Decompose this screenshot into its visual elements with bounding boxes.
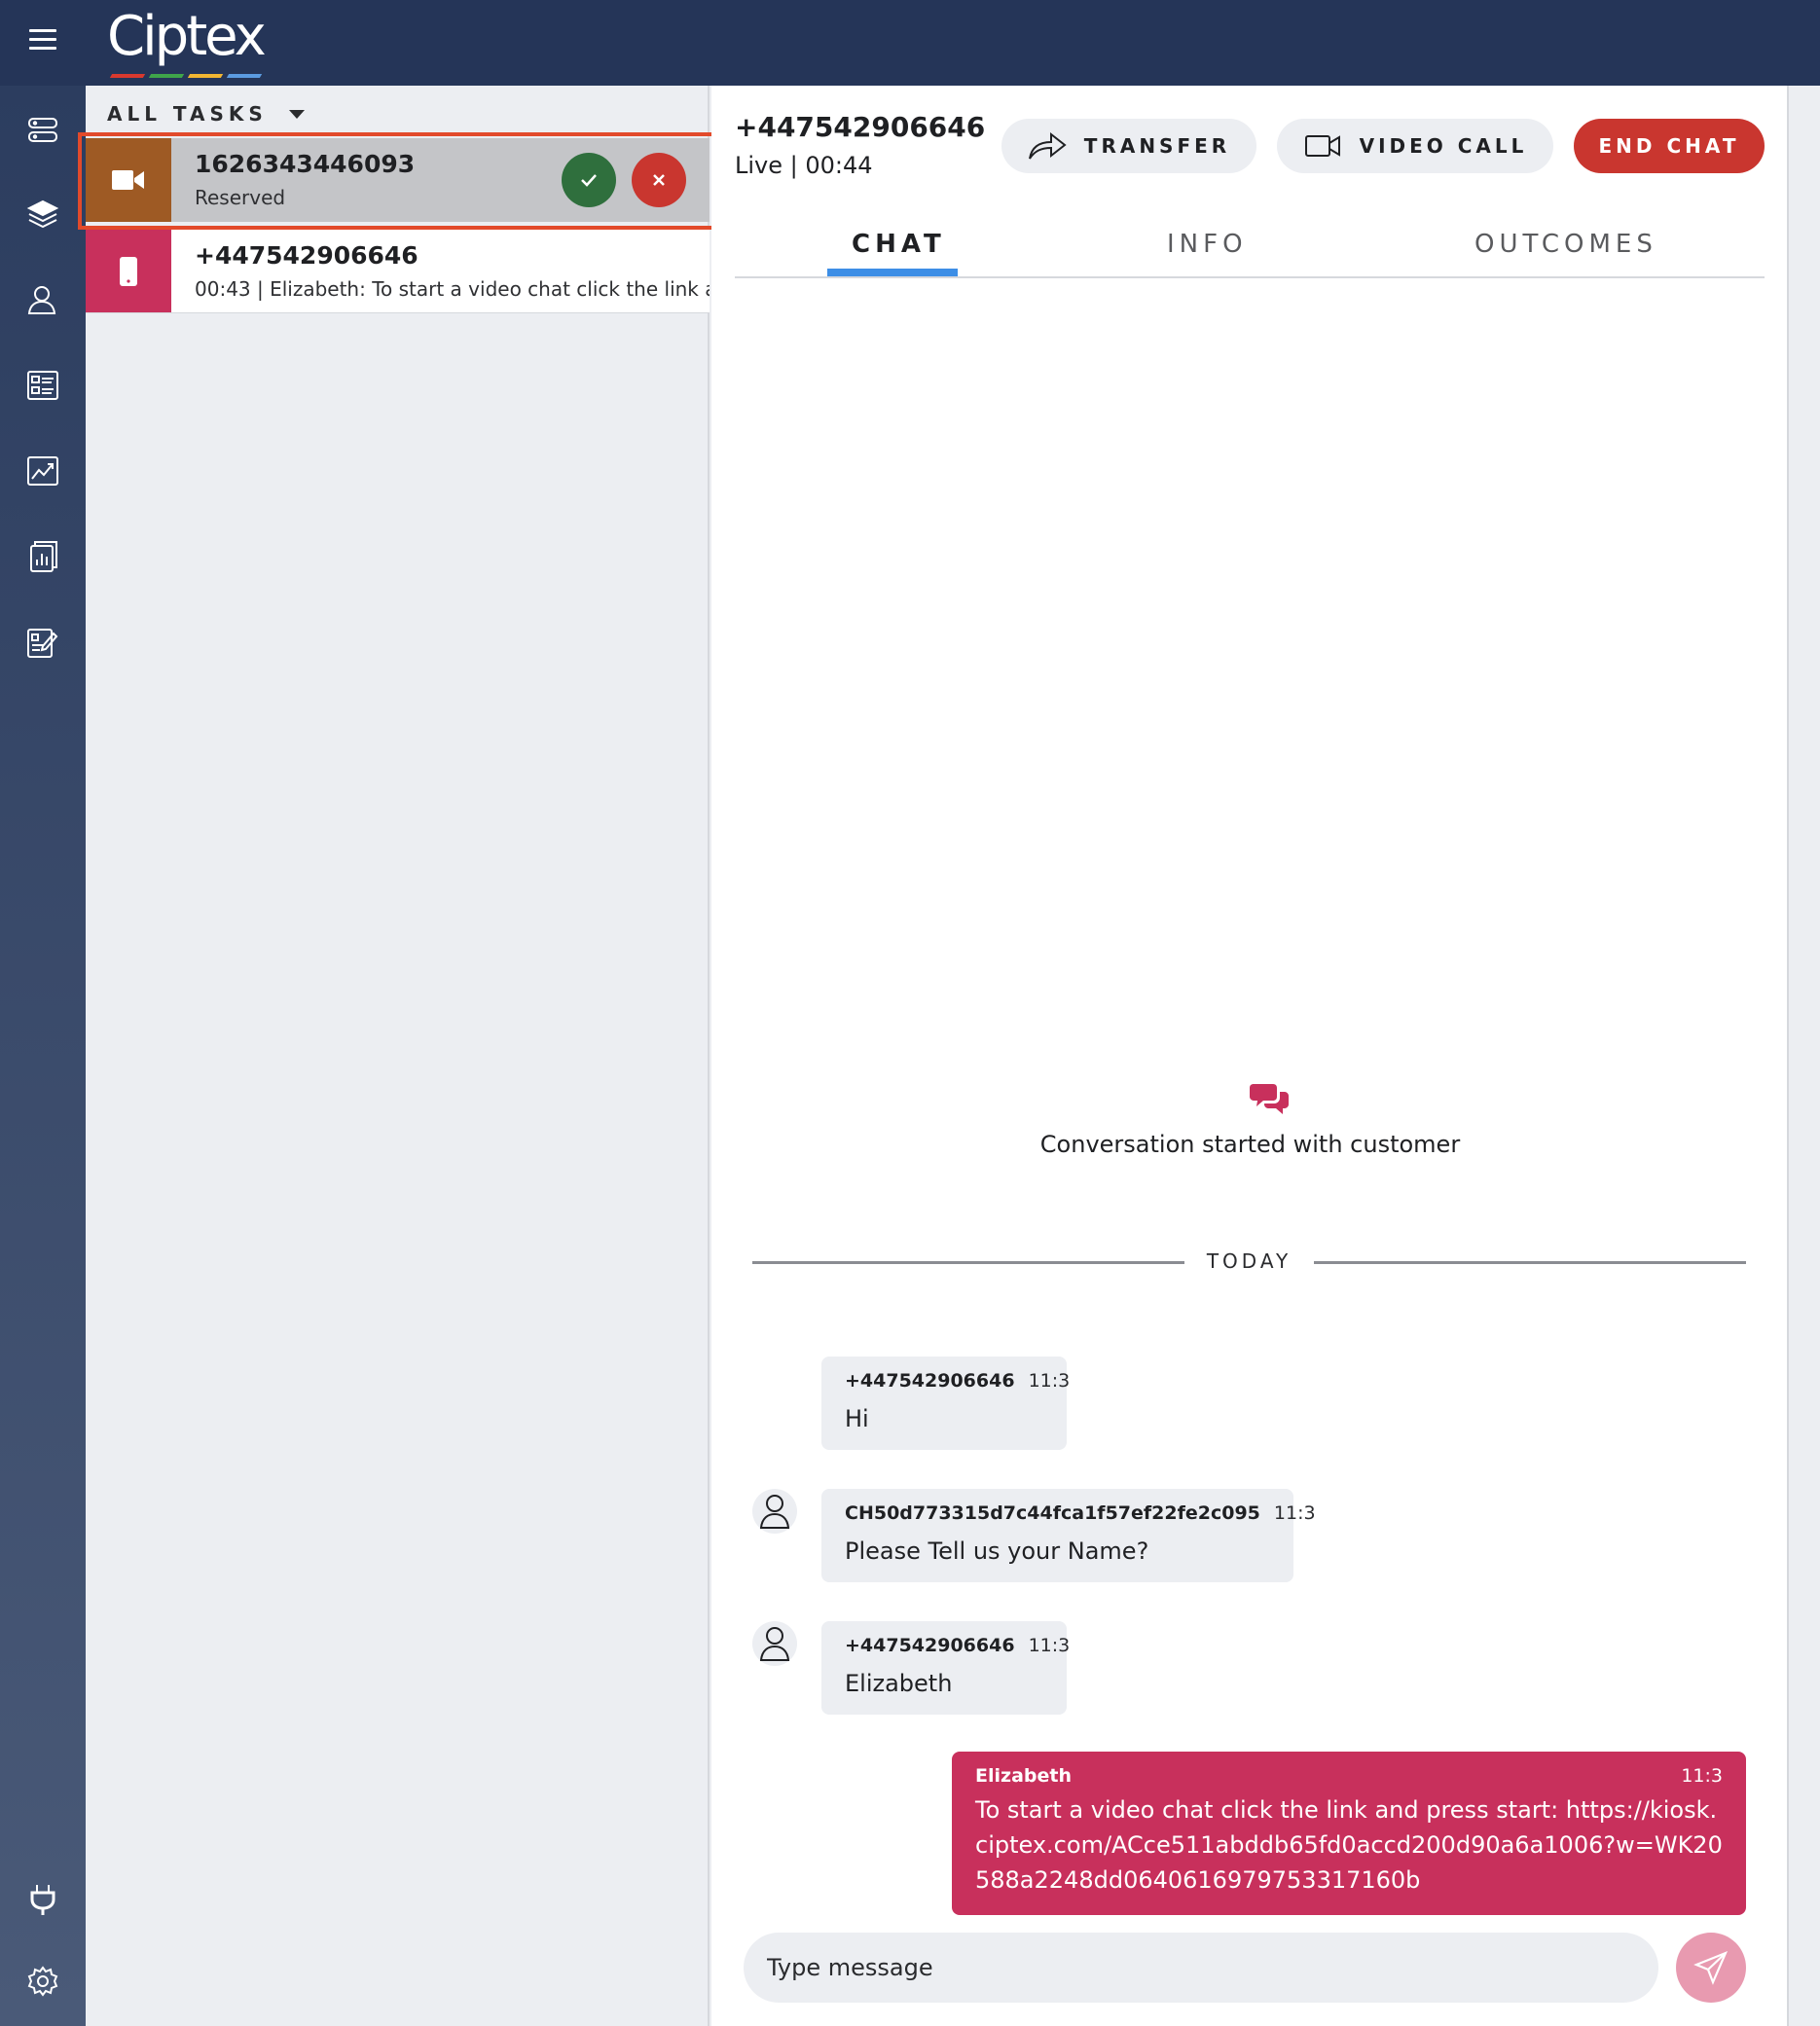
message-time: 11:3 [1028,1370,1071,1392]
check-icon [581,174,597,187]
server-icon[interactable] [25,113,60,148]
end-chat-button[interactable]: END CHAT [1574,119,1765,173]
message-input[interactable] [744,1933,1658,2003]
task-channel-badge [86,138,171,222]
task-last-message: 00:43 | Elizabeth: To start a video chat… [195,277,710,301]
message-time: 11:3 [1681,1765,1723,1787]
call-status: Live | 00:44 [735,152,873,179]
task-title: 1626343446093 [195,150,416,178]
tab-chat[interactable]: CHAT [852,230,946,259]
logo-bars [109,74,263,78]
video-camera-icon [112,170,144,190]
logo-text: Ciptex [107,5,267,68]
plug-icon[interactable] [25,1882,60,1917]
transfer-button[interactable]: TRANSFER [1001,119,1256,173]
active-tab-indicator [827,269,958,276]
layers-icon[interactable] [25,197,60,232]
chat-panel: +447542906646 Live | 00:44 TRANSFER VIDE… [711,86,1789,2026]
nav-rail [0,86,86,2026]
avatar [752,1489,797,1534]
message-text: Please Tell us your Name? [845,1538,1149,1565]
message-bubble: +447542906646 11:3 Hi [821,1357,1070,1450]
accept-task-button[interactable] [562,153,616,207]
task-item-chat[interactable]: +447542906646 00:43 | Elizabeth: To star… [86,230,710,313]
user-avatar-icon [759,1495,790,1529]
task-filter-dropdown[interactable]: ALL TASKS [107,99,305,128]
video-call-label: VIDEO CALL [1359,134,1528,158]
task-filter-label: ALL TASKS [107,102,268,126]
message-sender: CH50d773315d7c44fca1f57ef22fe2c095 [845,1502,1260,1524]
task-channel-badge [86,230,171,312]
send-button[interactable] [1676,1933,1746,2003]
chat-bubbles-icon [1250,1084,1289,1114]
logo: Ciptex [107,6,273,80]
tab-info[interactable]: INFO [1167,230,1248,259]
settings-gear-icon[interactable] [25,1964,60,1999]
message-sender: Elizabeth [975,1765,1072,1787]
task-item-video[interactable]: 1626343446093 Reserved [86,138,710,222]
message-text: To start a video chat click the link and… [975,1796,1723,1894]
send-icon [1693,1950,1729,1985]
menu-icon[interactable] [29,29,56,53]
message-sender: +447542906646 [845,1370,1015,1392]
video-call-button[interactable]: VIDEO CALL [1277,119,1553,173]
top-bar: Ciptex [0,0,1820,86]
avatar [752,1621,797,1666]
end-chat-label: END CHAT [1598,134,1740,158]
divider-line [752,1261,1184,1264]
message-bubble: +447542906646 11:3 Elizabeth [821,1621,1070,1715]
date-divider: TODAY [1206,1249,1292,1273]
task-list-panel: ALL TASKS 1626343446093 Reserved +447542… [86,86,710,2026]
share-arrow-icon [1028,131,1067,160]
caller-number: +447542906646 [735,111,986,143]
user-avatar-icon [759,1627,790,1661]
close-icon [653,174,665,186]
task-title: +447542906646 [195,241,419,270]
message-bubble: CH50d773315d7c44fca1f57ef22fe2c095 11:3 P… [821,1489,1316,1582]
video-camera-icon [1304,135,1340,157]
analytics-icon[interactable] [25,453,60,488]
task-status: Reserved [195,186,286,209]
message-time: 11:3 [1028,1635,1071,1656]
transfer-label: TRANSFER [1083,134,1231,158]
tab-outcomes[interactable]: OUTCOMES [1474,230,1657,259]
message-text: Elizabeth [845,1670,953,1697]
reject-task-button[interactable] [632,153,686,207]
edit-form-icon[interactable] [25,625,60,660]
message-time: 11:3 [1273,1502,1316,1524]
chat-tabs: CHAT INFO OUTCOMES [735,218,1765,278]
message-text: Hi [845,1405,869,1432]
caret-down-icon [288,109,305,119]
message-sender: +447542906646 [845,1635,1015,1656]
conversation-started-text: Conversation started with customer [1039,1131,1461,1158]
right-gutter [1787,86,1820,2026]
divider-line [1314,1261,1746,1264]
contacts-icon[interactable] [25,282,60,317]
reports-icon[interactable] [25,539,60,574]
outgoing-message-bubble: Elizabeth 11:3 To start a video chat clic… [952,1752,1746,1915]
list-details-icon[interactable] [25,368,60,403]
mobile-phone-icon [120,256,137,286]
